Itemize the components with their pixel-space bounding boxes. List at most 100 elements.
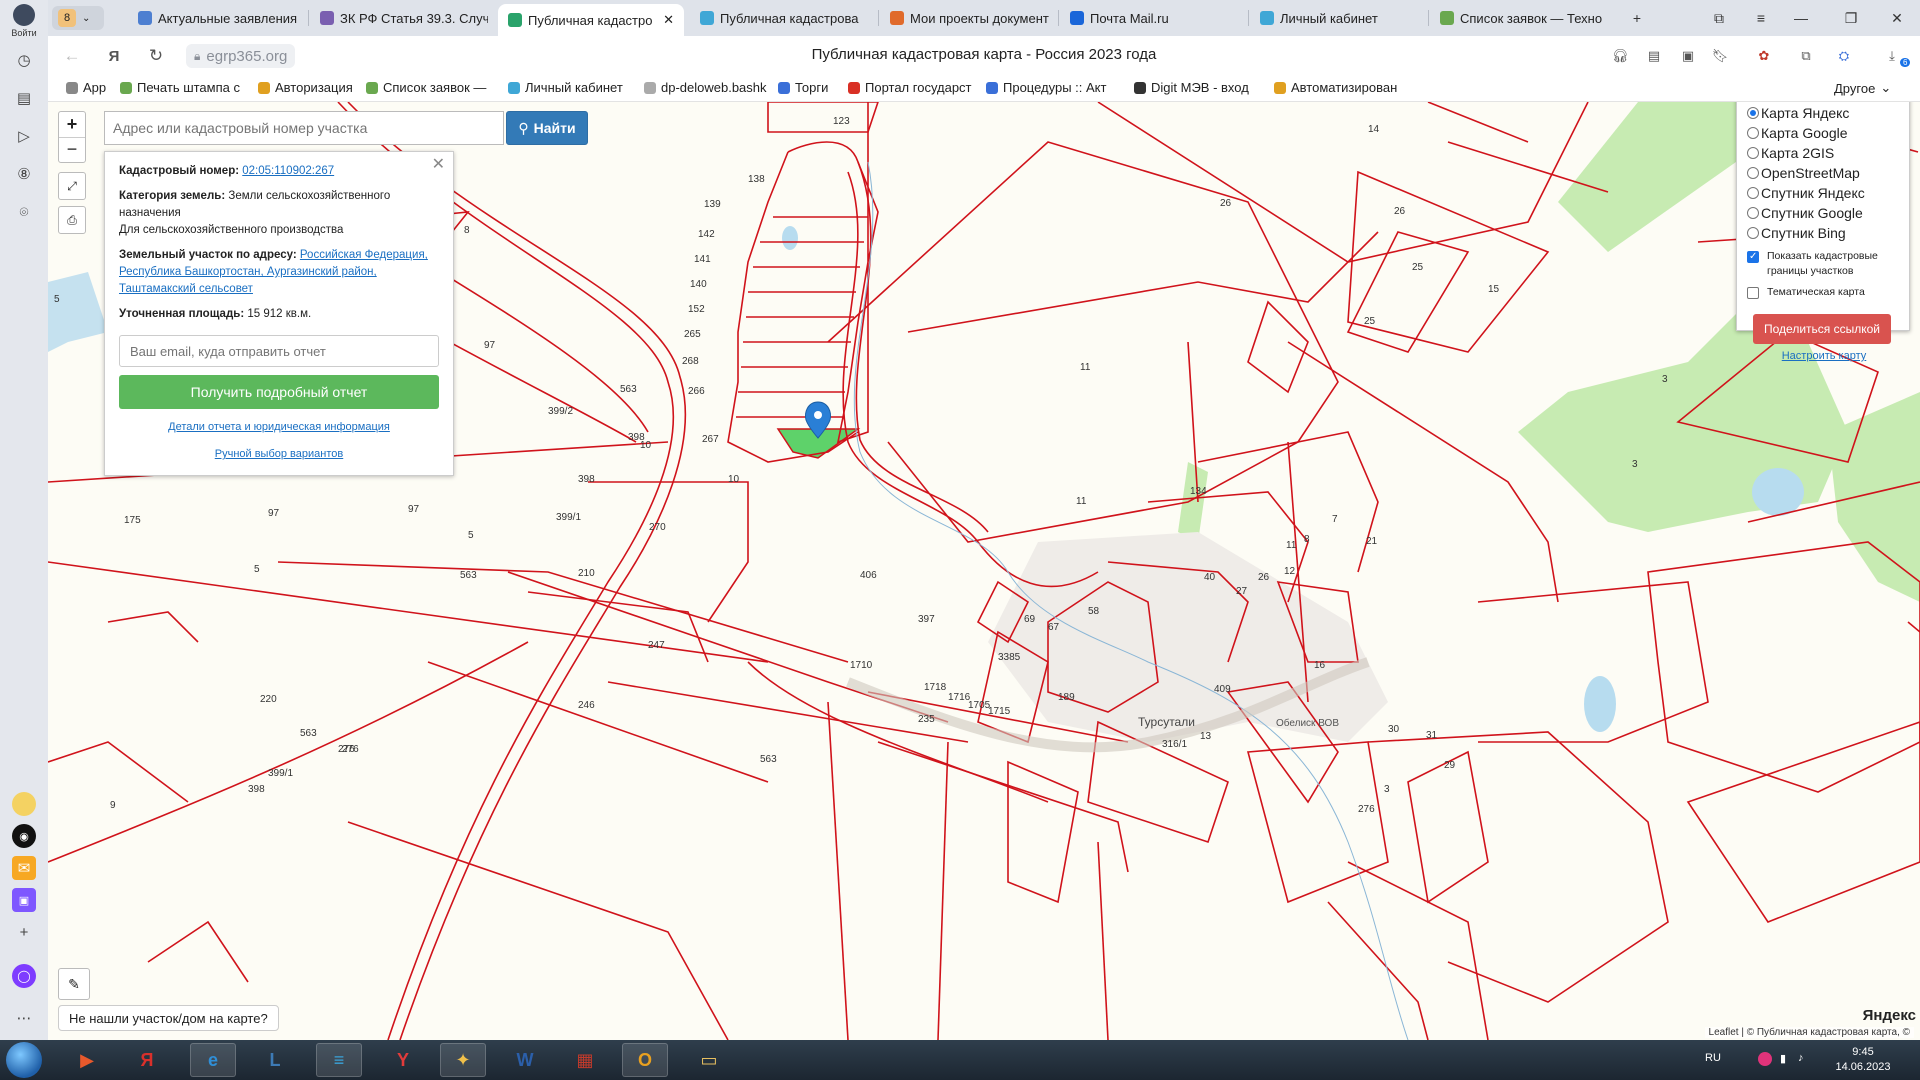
taskbar-app-icon[interactable]: W xyxy=(502,1043,548,1077)
email-field[interactable] xyxy=(119,335,439,367)
tab-counter[interactable]: 8 ⌄ xyxy=(52,6,104,30)
layer-option[interactable]: Карта 2GIS xyxy=(1747,143,1901,163)
history-icon[interactable]: ◷ xyxy=(12,48,36,72)
browser-tab[interactable]: Мои проекты документ xyxy=(880,4,1050,32)
show-borders-option[interactable]: Показать кадастровые границы участков xyxy=(1747,249,1901,279)
show-borders-checkbox[interactable] xyxy=(1747,249,1759,264)
bookmark-icon[interactable]: 🔖︎ xyxy=(1710,46,1730,66)
close-window-icon[interactable]: ✕ xyxy=(1882,6,1912,30)
start-button[interactable] xyxy=(6,1042,42,1078)
cad-number-link[interactable]: 02:05:110902:267 xyxy=(242,165,334,177)
share-link-button[interactable]: Поделиться ссылкой xyxy=(1753,314,1891,344)
more-icon[interactable]: ⋯ xyxy=(12,1006,36,1030)
taskbar-app-icon[interactable]: O xyxy=(622,1043,668,1077)
taskbar-app-icon[interactable]: Я xyxy=(124,1043,170,1077)
tabs-badge-icon[interactable]: ⑧ xyxy=(12,162,36,186)
tray-network-icon[interactable]: ▮ xyxy=(1780,1052,1786,1065)
layer-radio[interactable] xyxy=(1747,147,1759,159)
bookmark-item[interactable]: Авторизация xyxy=(258,80,353,95)
language-indicator[interactable]: RU xyxy=(1705,1052,1721,1064)
add-panel-icon[interactable]: + xyxy=(12,920,36,944)
taskbar-app-icon[interactable]: L xyxy=(252,1043,298,1077)
bookmark-item[interactable]: Digit МЭВ - вход xyxy=(1134,80,1249,95)
close-icon[interactable]: ✕ xyxy=(432,156,445,173)
login-button[interactable]: Войти xyxy=(4,2,44,46)
bookmarks-other[interactable]: Другое ⌄ xyxy=(1834,80,1891,96)
get-report-button[interactable]: Получить подробный отчет xyxy=(119,375,439,409)
layer-radio[interactable] xyxy=(1747,227,1759,239)
tab-manager-icon[interactable]: ⧉ xyxy=(1704,6,1734,30)
taskbar-app-icon[interactable]: Y xyxy=(380,1043,426,1077)
ruler-button[interactable]: ✎ xyxy=(58,968,90,1000)
bookmark-item[interactable]: Портал государст xyxy=(848,80,972,95)
zoom-in-button[interactable]: + xyxy=(67,112,78,137)
translate-icon[interactable]: ⛭ xyxy=(1834,46,1854,66)
yandex-protect-icon[interactable]: Я xyxy=(102,44,126,68)
zoom-out-button[interactable]: − xyxy=(59,136,85,162)
taskbar-app-icon[interactable]: ▶ xyxy=(64,1043,110,1077)
reader-icon[interactable]: ▤ xyxy=(1644,46,1664,66)
browser-tab[interactable]: ЗК РФ Статья 39.3. Случ xyxy=(310,4,488,32)
bookmark-item[interactable]: Автоматизирован xyxy=(1274,80,1397,95)
layer-option[interactable]: Спутник Яндекс xyxy=(1747,183,1901,203)
collections-toolbar-icon[interactable]: ⧉ xyxy=(1796,46,1816,66)
taskbar-app-icon[interactable]: e xyxy=(190,1043,236,1077)
collections-icon[interactable]: ▤ xyxy=(12,86,36,110)
taskbar-app-icon[interactable]: ▦ xyxy=(562,1043,608,1077)
layer-radio[interactable] xyxy=(1747,107,1759,119)
layer-radio[interactable] xyxy=(1747,187,1759,199)
video-icon[interactable]: ▷ xyxy=(12,124,36,148)
details-link[interactable]: Детали отчета и юридическая информация xyxy=(168,421,390,433)
bookmark-item[interactable]: Печать штампа с xyxy=(120,80,240,95)
browser-tab[interactable]: Личный кабинет xyxy=(1250,4,1420,32)
layer-option[interactable]: Карта Яндекс xyxy=(1747,103,1901,123)
music-icon[interactable]: ◉ xyxy=(12,824,36,848)
taskbar-app-icon[interactable]: ≡ xyxy=(316,1043,362,1077)
browser-tab[interactable]: Список заявок — Техно xyxy=(1430,4,1610,32)
alice-icon[interactable]: ◯ xyxy=(12,964,36,988)
search-button[interactable]: ⚲ Найти xyxy=(506,111,588,145)
taskbar-app-icon[interactable]: ✦ xyxy=(440,1043,486,1077)
bookmark-item[interactable]: Процедуры :: Акт xyxy=(986,80,1106,95)
thematic-option[interactable]: Тематическая карта xyxy=(1747,285,1901,300)
browser-tab[interactable]: Актуальные заявления xyxy=(128,4,298,32)
new-tab-icon[interactable]: + xyxy=(1622,6,1652,30)
weather-icon[interactable] xyxy=(12,792,36,816)
screenshot-icon[interactable]: ⌾ xyxy=(12,200,36,224)
minimize-icon[interactable]: — xyxy=(1786,6,1816,30)
extension-icon[interactable]: ▣ xyxy=(1678,46,1698,66)
fullscreen-button[interactable]: ⤢ xyxy=(58,172,86,200)
tray-volume-icon[interactable]: ♪ xyxy=(1798,1052,1804,1064)
layer-radio[interactable] xyxy=(1747,127,1759,139)
url-field[interactable]: 🔒︎ egrp365.org xyxy=(186,44,296,68)
settings-link[interactable]: Настроить карту xyxy=(1782,350,1867,362)
layer-option[interactable]: Карта Google xyxy=(1747,123,1901,143)
thematic-checkbox[interactable] xyxy=(1747,287,1759,299)
bookmark-item[interactable]: Торги xyxy=(778,80,828,95)
bookmark-item[interactable]: App xyxy=(66,80,106,95)
menu-icon[interactable]: ≡ xyxy=(1746,6,1776,30)
browser-tab[interactable]: Почта Mail.ru xyxy=(1060,4,1240,32)
layer-radio[interactable] xyxy=(1747,207,1759,219)
downloads-icon[interactable]: ⤓ xyxy=(1882,46,1902,66)
extension-seal-icon[interactable]: ✿ xyxy=(1754,46,1774,66)
reload-icon[interactable]: ↻ xyxy=(144,44,168,68)
layer-option[interactable]: OpenStreetMap xyxy=(1747,163,1901,183)
layer-radio[interactable] xyxy=(1747,167,1759,179)
back-icon[interactable]: ← xyxy=(60,44,84,68)
messenger-icon[interactable]: ▣ xyxy=(12,888,36,912)
bookmark-item[interactable]: Список заявок — xyxy=(366,80,486,95)
taskbar-app-icon[interactable]: ▭ xyxy=(686,1043,732,1077)
browser-tab[interactable]: Публичная кадастро ✕ xyxy=(498,4,684,36)
cadastral-map[interactable]: 123 138 139 142 141 140 152 265 268 266 267 563 399/… xyxy=(48,102,1920,1040)
not-found-button[interactable]: Не нашли участок/дом на карте? xyxy=(58,1005,279,1031)
bookmark-item[interactable]: Личный кабинет xyxy=(508,80,623,95)
search-input[interactable] xyxy=(104,111,504,145)
clock[interactable]: 9:45 14.06.2023 xyxy=(1818,1045,1908,1075)
browser-tab[interactable]: Публичная кадастрова xyxy=(690,4,870,32)
bookmark-item[interactable]: dp-deloweb.bashk xyxy=(644,80,767,95)
restore-icon[interactable]: ❐ xyxy=(1836,6,1866,30)
layer-option[interactable]: Спутник Google xyxy=(1747,203,1901,223)
headphones-icon[interactable]: 🎧︎ xyxy=(1610,46,1630,66)
print-button[interactable]: ⎙ xyxy=(58,206,86,234)
